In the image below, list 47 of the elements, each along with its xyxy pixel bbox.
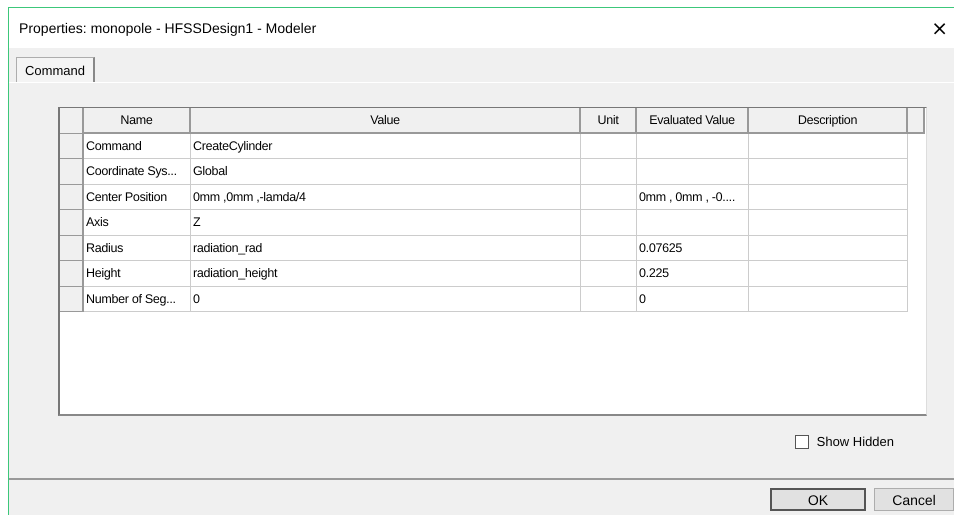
table-cell: radiation_height (191, 261, 581, 286)
table-cell (581, 159, 637, 184)
table-cell: Coordinate Sys... (84, 159, 191, 184)
column-header[interactable]: Description (749, 108, 908, 134)
table-cell: Z (191, 210, 581, 236)
table-cell: Number of Seg... (84, 286, 191, 312)
table-cell: Global (191, 159, 581, 184)
row-header[interactable] (60, 184, 84, 210)
table-cell: 0 (191, 286, 581, 312)
dialog-button[interactable]: OK (770, 488, 866, 511)
checkbox[interactable] (794, 434, 809, 448)
row-header[interactable] (60, 159, 84, 184)
row-header[interactable] (60, 286, 84, 312)
row-header[interactable] (60, 210, 84, 236)
tab[interactable]: Command (16, 57, 95, 83)
corner-header (60, 108, 84, 134)
table-cell: Center Position (84, 184, 191, 210)
column-header[interactable]: Evaluated Value (637, 108, 749, 134)
column-header[interactable]: Unit (581, 108, 637, 134)
dialog-button[interactable]: Cancel (874, 488, 954, 511)
table-cell (581, 184, 637, 210)
table-cell: Axis (84, 210, 191, 236)
table-cell (581, 210, 637, 236)
table-cell: 0.07625 (637, 236, 749, 261)
table-cell: Height (84, 261, 191, 286)
column-header[interactable]: Value (191, 108, 581, 134)
close-button[interactable]: × (927, 16, 952, 40)
row-header[interactable] (60, 261, 84, 286)
table-cell: radiation_rad (191, 236, 581, 261)
table-cell (581, 286, 637, 312)
checkbox-label: Show Hidden (816, 434, 894, 449)
show-hidden-checkbox[interactable]: Show Hidden (794, 434, 894, 449)
row-header[interactable] (60, 236, 84, 261)
table-cell (581, 261, 637, 286)
table-cell: 0.225 (637, 261, 749, 286)
table-cell (581, 134, 637, 159)
row-header[interactable] (60, 134, 84, 159)
column-header (908, 108, 925, 134)
window-title: Properties: monopole - HFSSDesign1 - Modeler (19, 20, 316, 36)
table-cell: 0 (637, 286, 749, 312)
table-cell: 0mm ,0mm ,-lamda/4 (191, 184, 581, 210)
table-cell: 0mm , 0mm , -0.... (637, 184, 749, 210)
table-cell: Command (84, 134, 191, 159)
table-cell: CreateCylinder (191, 134, 581, 159)
table-cell (581, 236, 637, 261)
column-header[interactable]: Name (84, 108, 191, 134)
table-cell: Radius (84, 236, 191, 261)
